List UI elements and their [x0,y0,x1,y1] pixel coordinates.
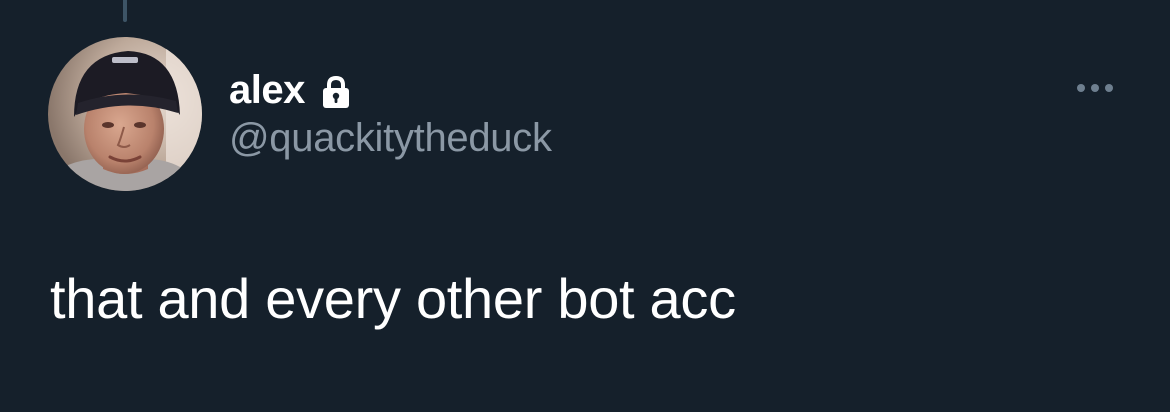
author-name-row: alex [229,64,354,116]
display-name[interactable]: alex [229,70,305,110]
thread-connector-line [123,0,127,22]
avatar[interactable] [48,37,202,191]
more-horizontal-icon[interactable] [1068,76,1122,100]
more-dot [1077,84,1085,92]
more-dot [1091,84,1099,92]
tweet-text: that and every other bot acc [50,267,736,330]
author-handle[interactable]: @quackitytheduck [229,118,552,158]
lock-icon [318,74,354,110]
more-dot [1105,84,1113,92]
